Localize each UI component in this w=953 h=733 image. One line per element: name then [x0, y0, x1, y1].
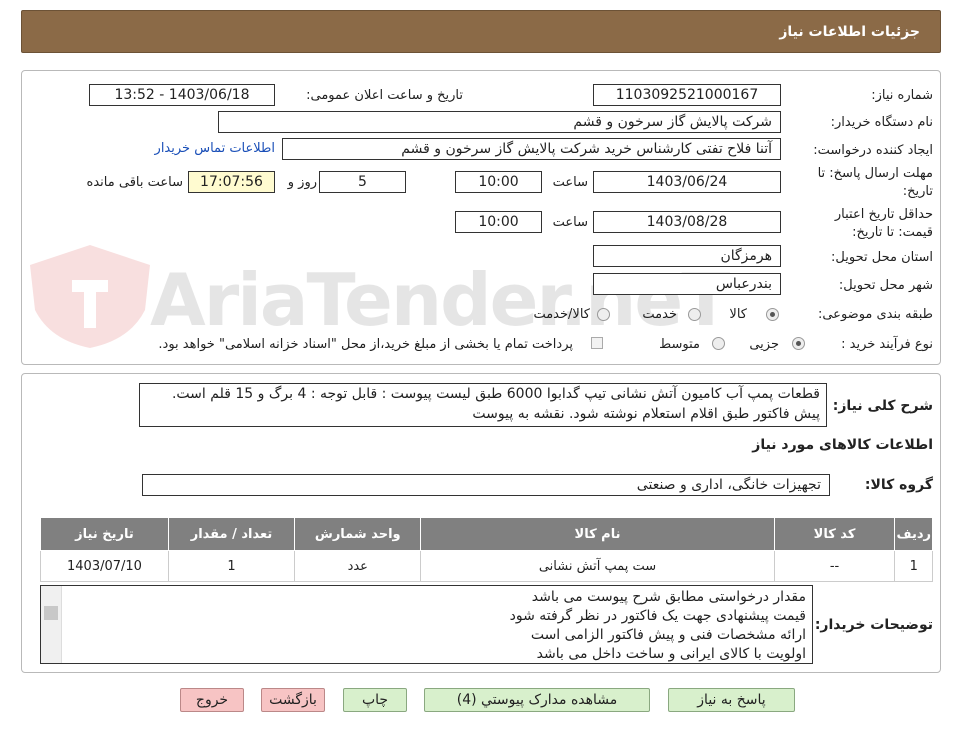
goods-group-field: تجهیزات خانگی، اداری و صنعتی [142, 474, 830, 496]
buyer-notes-label: توضیحات خریدار: [814, 617, 933, 633]
cell-qty: 1 [167, 550, 296, 582]
cell-name: ست پمپ آتش نشانی [420, 550, 775, 582]
watermark-shield-icon [30, 245, 150, 348]
watermark: AriaTender.neT [20, 240, 730, 350]
col-qty: تعداد / مقدار [167, 517, 296, 551]
page-header: جزئیات اطلاعات نیاز [21, 10, 941, 53]
validity-time-label: ساعت [552, 215, 588, 230]
cell-date: 1403/07/10 [40, 550, 169, 582]
requester-field: آتنا فلاح تفتی کارشناس خرید شرکت پالایش … [282, 138, 781, 160]
need-number-field: 1103092521000167 [593, 84, 781, 106]
goods-group-label: گروه کالا: [864, 477, 933, 493]
buyer-notes-textarea[interactable]: مقدار درخواستی مطابق شرح پیوست می باشد ق… [40, 585, 813, 664]
validity-time-field: 10:00 [455, 211, 542, 233]
validity-date-field: 1403/08/28 [593, 211, 781, 233]
back-button[interactable]: بازگشت [261, 688, 325, 712]
col-date: تاریخ نیاز [40, 517, 169, 551]
print-button[interactable]: چاپ [343, 688, 407, 712]
process-option-medium: متوسط [659, 337, 700, 352]
announce-field: 1403/06/18 - 13:52 [89, 84, 275, 106]
summary-line-1: قطعات پمپ آب کامیون آتش نشانی تیپ گدابوا… [171, 386, 820, 402]
buyer-note-line-3: ارائه مشخصات فنی و پیش فاکتور الزامی است [530, 627, 806, 643]
process-label: نوع فرآیند خرید : [841, 337, 933, 352]
requester-label: ایجاد کننده درخواست: [813, 143, 933, 158]
category-radio-goods[interactable] [766, 308, 779, 321]
goods-table: ردیف کد کالا نام کالا واحد شمارش تعداد /… [40, 517, 933, 582]
category-label: طبقه بندی موضوعی: [817, 307, 933, 322]
col-code: کد کالا [773, 517, 896, 551]
announce-label: تاریخ و ساعت اعلان عمومی: [306, 88, 463, 103]
notes-scrollbar[interactable] [41, 586, 62, 663]
days-field: 5 [319, 171, 406, 193]
buyer-contact-link[interactable]: اطلاعات تماس خریدار [155, 141, 275, 156]
buyer-note-line-1: مقدار درخواستی مطابق شرح پیوست می باشد [531, 589, 806, 605]
days-label: روز و [287, 175, 317, 190]
page-title: جزئیات اطلاعات نیاز [779, 24, 920, 40]
notes-scrollbar-thumb[interactable] [44, 606, 58, 620]
category-option-goods-service: کالا/خدمت [533, 307, 590, 322]
buyer-org-field: شرکت پالایش گاز سرخون و قشم [218, 111, 781, 133]
category-option-goods: کالا [729, 307, 747, 322]
city-field: بندرعباس [593, 273, 781, 295]
cell-row: 1 [894, 550, 933, 582]
goods-table-header: ردیف کد کالا نام کالا واحد شمارش تعداد /… [40, 517, 933, 551]
col-unit: واحد شمارش [294, 517, 422, 551]
province-field: هرمزگان [593, 245, 781, 267]
remaining-time-field: 17:07:56 [188, 171, 275, 193]
payment-checkbox[interactable] [591, 337, 603, 349]
validity-label-1: حداقل تاریخ اعتبار [834, 207, 933, 222]
deadline-time-field: 10:00 [455, 171, 542, 193]
watermark-text: AriaTender.neT [150, 258, 730, 342]
summary-line-2: پیش فاکتور طبق اقلام استعلام نوشته شود. … [472, 406, 820, 422]
process-option-minor: جزیی [749, 337, 779, 352]
cell-code: -- [773, 550, 896, 582]
goods-table-wrap: ردیف کد کالا نام کالا واحد شمارش تعداد /… [40, 517, 933, 582]
payment-note: پرداخت تمام یا بخشی از مبلغ خرید،از محل … [158, 337, 573, 352]
buyer-org-label: نام دستگاه خریدار: [830, 115, 933, 130]
category-radio-goods-service[interactable] [597, 308, 610, 321]
cell-unit: عدد [294, 550, 422, 582]
col-row: ردیف [894, 517, 933, 551]
city-label: شهر محل تحویل: [838, 278, 933, 293]
buyer-note-line-2: قیمت پیشنهادی جهت یک فاکتور در نظر گرفته… [509, 608, 806, 624]
deadline-time-label: ساعت [552, 175, 588, 190]
need-number-label: شماره نیاز: [871, 88, 933, 103]
reply-button[interactable]: پاسخ به نیاز [668, 688, 795, 712]
process-radio-medium[interactable] [712, 337, 725, 350]
deadline-label-1: مهلت ارسال پاسخ: تا [817, 166, 933, 181]
view-attachments-button[interactable]: مشاهده مدارک پیوستي (4) [424, 688, 650, 712]
validity-label-2: قیمت: تا تاریخ: [852, 225, 933, 240]
category-radio-service[interactable] [688, 308, 701, 321]
exit-button[interactable]: خروج [180, 688, 244, 712]
col-name: نام کالا [420, 517, 775, 551]
remaining-label: ساعت باقی مانده [86, 175, 183, 190]
deadline-date-field: 1403/06/24 [593, 171, 781, 193]
table-row: 1 -- ست پمپ آتش نشانی عدد 1 1403/07/10 [40, 550, 933, 582]
summary-label: شرح کلی نیاز: [832, 398, 933, 414]
category-option-service: خدمت [642, 307, 677, 322]
process-radio-minor[interactable] [792, 337, 805, 350]
goods-section-title: اطلاعات کالاهای مورد نیاز [752, 437, 933, 453]
summary-textarea: قطعات پمپ آب کامیون آتش نشانی تیپ گدابوا… [139, 383, 827, 427]
deadline-label-2: تاریخ: [902, 184, 933, 199]
buyer-note-line-4: اولویت با کالای ایرانی و ساخت داخل می با… [536, 646, 806, 662]
province-label: استان محل تحویل: [831, 250, 933, 265]
